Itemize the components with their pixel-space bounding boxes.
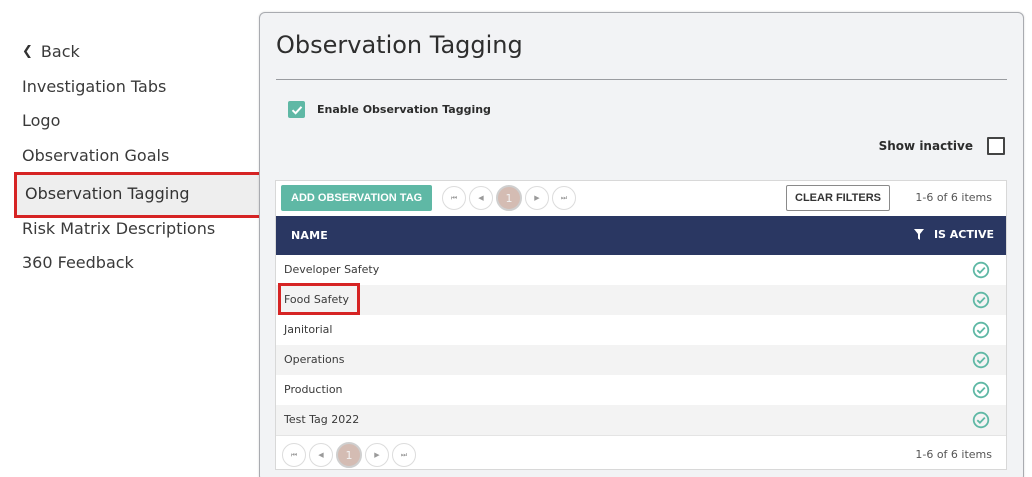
- check-circle-icon: [972, 261, 990, 279]
- items-count: 1-6 of 6 items: [915, 191, 992, 204]
- next-page-icon[interactable]: ▶: [525, 186, 549, 210]
- add-observation-tag-button[interactable]: ADD OBSERVATION TAG: [281, 185, 433, 211]
- back-label: Back: [40, 42, 80, 61]
- row-name: Food Safety: [284, 293, 350, 306]
- current-page[interactable]: 1: [496, 185, 522, 211]
- last-page-icon[interactable]: ⏭: [552, 186, 576, 210]
- row-name: Operations: [284, 353, 345, 366]
- check-circle-icon: [972, 291, 990, 309]
- tags-grid: ADD OBSERVATION TAG ⏮ ◀ 1 ▶ ⏭ CLEAR FILT…: [275, 180, 1007, 470]
- table-row[interactable]: Test Tag 2022: [276, 405, 1006, 435]
- table-row[interactable]: Developer Safety: [276, 255, 1006, 285]
- check-circle-icon: [972, 321, 990, 339]
- title-divider: [276, 79, 1007, 80]
- last-page-icon[interactable]: ⏭: [392, 443, 416, 467]
- first-page-icon[interactable]: ⏮: [442, 186, 466, 210]
- enable-tagging-checkbox[interactable]: [288, 101, 305, 118]
- sidebar-item-label: Observation Tagging: [25, 184, 190, 203]
- table-body: Developer Safety Food Safety Janitorial …: [276, 255, 1006, 435]
- column-header-name[interactable]: NAME: [291, 229, 328, 242]
- table-row[interactable]: Food Safety: [276, 283, 1006, 315]
- filter-icon[interactable]: [913, 229, 924, 240]
- table-row[interactable]: Janitorial: [276, 315, 1006, 345]
- first-page-icon[interactable]: ⏮: [282, 443, 306, 467]
- enable-tagging-label: Enable Observation Tagging: [317, 103, 491, 116]
- table-header: NAME IS ACTIVE: [276, 216, 1006, 255]
- show-inactive-label: Show inactive: [878, 139, 973, 153]
- check-circle-icon: [972, 411, 990, 429]
- pager-bottom: ⏮ ◀ 1 ▶ ⏭: [282, 442, 416, 468]
- sidebar-item-observation-goals[interactable]: Observation Goals: [22, 146, 169, 166]
- column-header-label: IS ACTIVE: [933, 228, 994, 241]
- sidebar-item-logo[interactable]: Logo: [22, 111, 60, 131]
- column-header-is-active[interactable]: IS ACTIVE: [913, 228, 994, 241]
- enable-tagging-row: Enable Observation Tagging: [288, 101, 491, 118]
- show-inactive-checkbox[interactable]: [987, 137, 1005, 155]
- checkmark-icon: [291, 105, 302, 115]
- grid-footer: ⏮ ◀ 1 ▶ ⏭ 1-6 of 6 items: [276, 435, 1006, 471]
- table-row[interactable]: Production: [276, 375, 1006, 405]
- clear-filters-button[interactable]: CLEAR FILTERS: [786, 185, 890, 211]
- sidebar-item-observation-tagging[interactable]: Observation Tagging: [14, 172, 263, 218]
- row-name: Production: [284, 383, 343, 396]
- row-name: Test Tag 2022: [284, 413, 360, 426]
- next-page-icon[interactable]: ▶: [365, 443, 389, 467]
- show-inactive-row: Show inactive: [879, 137, 1005, 155]
- table-row[interactable]: Operations: [276, 345, 1006, 375]
- back-link[interactable]: ❮ Back: [22, 42, 80, 62]
- sidebar-item-investigation-tabs[interactable]: Investigation Tabs: [22, 77, 166, 97]
- prev-page-icon[interactable]: ◀: [469, 186, 493, 210]
- grid-toolbar: ADD OBSERVATION TAG ⏮ ◀ 1 ▶ ⏭ CLEAR FILT…: [276, 181, 1006, 215]
- settings-panel: Observation Tagging Enable Observation T…: [259, 12, 1024, 477]
- page-title: Observation Tagging: [276, 31, 523, 59]
- sidebar-item-risk-matrix-descriptions[interactable]: Risk Matrix Descriptions: [22, 219, 215, 239]
- check-circle-icon: [972, 381, 990, 399]
- check-circle-icon: [972, 351, 990, 369]
- items-count: 1-6 of 6 items: [915, 448, 992, 461]
- sidebar-item-360-feedback[interactable]: 360 Feedback: [22, 253, 134, 273]
- row-name: Janitorial: [284, 323, 333, 336]
- pager-top: ⏮ ◀ 1 ▶ ⏭: [442, 185, 576, 211]
- current-page[interactable]: 1: [336, 442, 362, 468]
- sidebar: ❮ Back Investigation Tabs Logo Observati…: [0, 0, 263, 477]
- row-name: Developer Safety: [284, 263, 380, 276]
- chevron-left-icon: ❮: [22, 44, 33, 59]
- prev-page-icon[interactable]: ◀: [309, 443, 333, 467]
